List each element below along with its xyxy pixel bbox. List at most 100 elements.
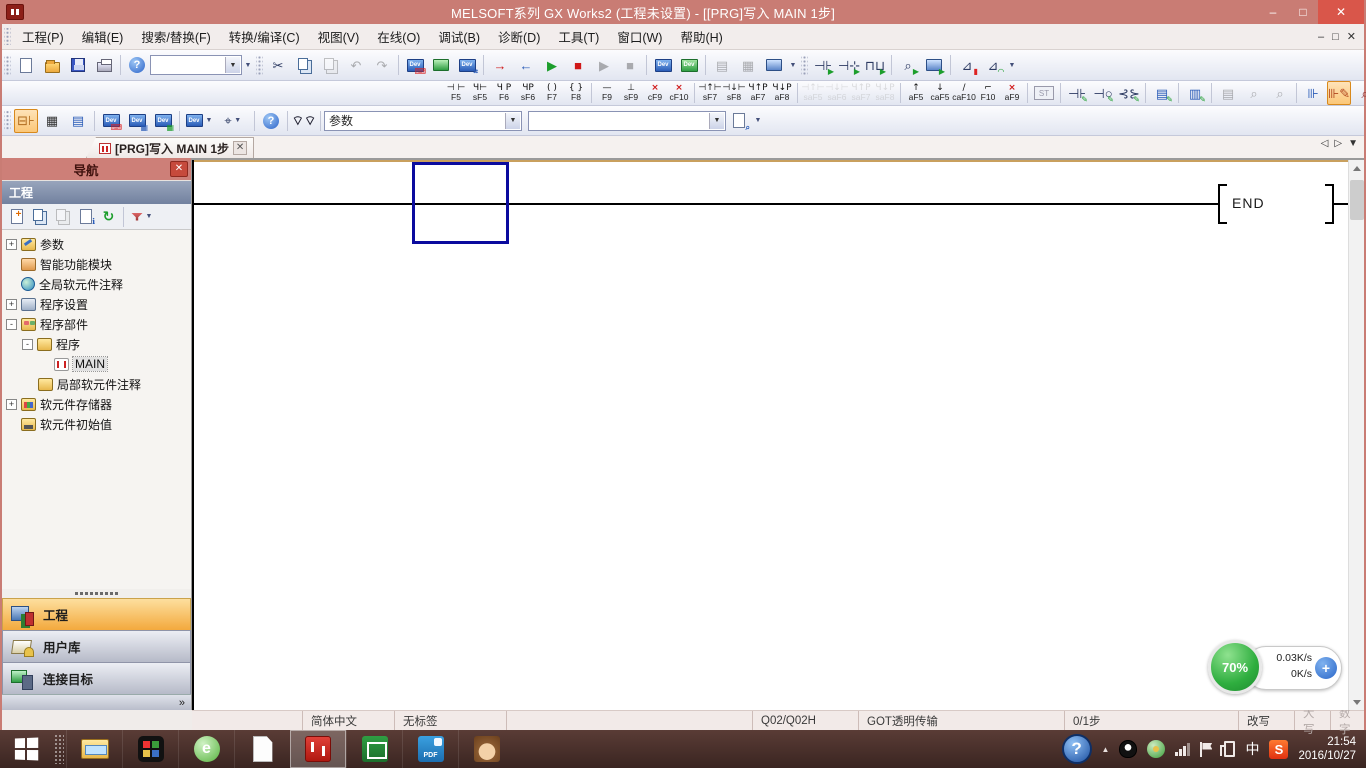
screen-monitor-button[interactable] bbox=[762, 53, 786, 77]
mdi-minimize-button[interactable]: – bbox=[1318, 31, 1324, 43]
tree-item-device-memory[interactable]: + 软元件存储器 bbox=[2, 394, 191, 414]
closed-contact-button[interactable]: Ч РF6 bbox=[492, 82, 516, 105]
falling-pulse-button[interactable]: ⊣↓⊢sF8 bbox=[722, 82, 746, 105]
rising-pulse-negated-button[interactable]: ⊣↑⊢saF5 bbox=[801, 82, 825, 105]
chevron-down-icon[interactable]: ▼ bbox=[225, 57, 240, 73]
watch-start-icon[interactable]: ⊿▮ bbox=[955, 53, 979, 77]
horizontal-line-button[interactable]: —F9 bbox=[595, 82, 619, 105]
falling-branch-negated-button[interactable]: Ч↓РsaF8 bbox=[873, 82, 897, 105]
ladder-monitor-start-icon[interactable]: ⊣⊦▶ bbox=[811, 53, 835, 77]
taskbar-clock[interactable]: 21:54 2016/10/27 bbox=[1298, 735, 1356, 763]
taskbar-gx-simulator[interactable] bbox=[346, 730, 402, 768]
menu-view[interactable]: 视图(V) bbox=[309, 24, 369, 49]
help2-button[interactable]: ? bbox=[259, 109, 283, 133]
param-combo[interactable]: 参数▼ bbox=[324, 111, 522, 131]
open-branch-button[interactable]: Ч⊢sF5 bbox=[468, 82, 492, 105]
open-contact-button[interactable]: ⊣ ⊢F5 bbox=[444, 82, 468, 105]
device-verify-icon[interactable]: Dev⌗ bbox=[455, 53, 479, 77]
expander-icon[interactable]: - bbox=[6, 319, 17, 330]
network-speed-widget[interactable]: ↑ 0.03K/s ↓ 0K/s 70% + bbox=[1208, 640, 1342, 696]
refresh-icon[interactable]: ↻ bbox=[98, 206, 119, 227]
scroll-down-icon[interactable] bbox=[1349, 694, 1364, 710]
statement-button[interactable]: ▤ bbox=[710, 53, 734, 77]
copy-object-icon[interactable] bbox=[29, 206, 50, 227]
mdi-close-button[interactable]: ✕ bbox=[1347, 30, 1356, 43]
find-next-icon[interactable]: ⌕ bbox=[1268, 81, 1292, 105]
toolbar-overflow-icon[interactable]: ▼ bbox=[1006, 62, 1018, 69]
undo-button[interactable]: ↶ bbox=[344, 53, 368, 77]
page-find-icon[interactable]: ⌕ bbox=[727, 109, 751, 133]
nav-button-connection-destination[interactable]: 连接目标 bbox=[2, 662, 191, 694]
closed-branch-button[interactable]: ЧРsF6 bbox=[516, 82, 540, 105]
device-comment-icon[interactable]: Dev⌨ bbox=[99, 109, 123, 133]
toolbar-overflow-icon[interactable]: ▼ bbox=[242, 62, 254, 69]
tab-close-icon[interactable]: ✕ bbox=[233, 141, 247, 155]
print-button[interactable] bbox=[92, 53, 116, 77]
new-document-button[interactable] bbox=[14, 53, 38, 77]
tree-item-local-comment[interactable]: 局部软元件注释 bbox=[2, 374, 191, 394]
tree-item-intelligent-module[interactable]: 智能功能模块 bbox=[2, 254, 191, 274]
navigation-toggle-button[interactable]: ⊟⊦ bbox=[14, 109, 38, 133]
taskbar-pdf-reader[interactable]: PDF bbox=[402, 730, 458, 768]
new-object-icon[interactable] bbox=[6, 206, 27, 227]
document-gray-icon[interactable]: ▤ bbox=[1216, 81, 1240, 105]
expander-icon[interactable]: + bbox=[6, 239, 17, 250]
menu-window[interactable]: 窗口(W) bbox=[608, 24, 671, 49]
help-tray-icon[interactable]: ? bbox=[1062, 734, 1092, 764]
menu-project[interactable]: 工程(P) bbox=[13, 24, 73, 49]
expander-icon[interactable]: - bbox=[22, 339, 33, 350]
menu-diagnostics[interactable]: 诊断(D) bbox=[489, 24, 549, 49]
application-instruction-button[interactable]: { }F8 bbox=[564, 82, 588, 105]
device-write-icon[interactable]: Dev⌨ bbox=[403, 53, 427, 77]
toolbar-overflow-icon[interactable]: ▼ bbox=[752, 117, 764, 124]
ime-language-indicator[interactable]: 中 bbox=[1245, 739, 1259, 759]
tab-prg-main[interactable]: [PRG]写入 MAIN 1步 ✕ bbox=[86, 137, 254, 158]
rising-branch-negated-button[interactable]: Ч↑РsaF7 bbox=[849, 82, 873, 105]
paste-button[interactable] bbox=[318, 53, 342, 77]
device-display-dropdown[interactable]: Dev▼ bbox=[184, 109, 216, 133]
cut-button[interactable]: ✂ bbox=[266, 53, 290, 77]
monitor-pause-button[interactable]: ▶ bbox=[592, 53, 616, 77]
nav-button-user-library[interactable]: 用户库 bbox=[2, 630, 191, 662]
ladder-editor[interactable]: END ↑ 0.03K/s ↓ 0K/s 70% + bbox=[192, 158, 1364, 710]
close-button[interactable]: ✕ bbox=[1318, 0, 1364, 24]
device-grid-icon[interactable]: Dev▦ bbox=[151, 109, 175, 133]
expander-icon[interactable]: + bbox=[6, 299, 17, 310]
open-project-button[interactable] bbox=[40, 53, 64, 77]
taskbar-browser[interactable]: e bbox=[178, 730, 234, 768]
taskbar-puzzle-app[interactable] bbox=[122, 730, 178, 768]
rising-pulse-button[interactable]: ⊣↑⊢sF7 bbox=[698, 82, 722, 105]
taskbar-gx-works2[interactable] bbox=[290, 730, 346, 768]
tree-item-program[interactable]: - 程序 bbox=[2, 334, 191, 354]
sort-filter-dropdown[interactable]: ▼ bbox=[128, 206, 158, 227]
edit-coil-icon[interactable]: ⊣○✎ bbox=[1091, 81, 1115, 105]
memory-percent-badge[interactable]: 70% bbox=[1208, 640, 1262, 694]
restore-button[interactable]: □ bbox=[1288, 0, 1318, 24]
write-to-plc-button[interactable]: → bbox=[488, 53, 512, 77]
note-button[interactable]: ▦ bbox=[736, 53, 760, 77]
sogou-icon[interactable]: S bbox=[1269, 740, 1288, 759]
keyword-combo[interactable]: ▼ bbox=[528, 111, 726, 131]
work-list-icon[interactable]: ▤ bbox=[66, 109, 90, 133]
tree-item-program-setting[interactable]: + 程序设置 bbox=[2, 294, 191, 314]
device-find-red-icon[interactable]: ⌕ bbox=[1353, 81, 1366, 105]
menu-help[interactable]: 帮助(H) bbox=[671, 24, 731, 49]
tree-item-main[interactable]: MAIN bbox=[2, 354, 191, 374]
scrollbar-thumb[interactable] bbox=[1350, 180, 1364, 220]
menu-edit[interactable]: 编辑(E) bbox=[73, 24, 133, 49]
help-button[interactable]: ? bbox=[125, 53, 149, 77]
more-buttons-icon[interactable]: » bbox=[179, 697, 185, 709]
menu-tools[interactable]: 工具(T) bbox=[549, 24, 608, 49]
menu-online[interactable]: 在线(O) bbox=[368, 24, 429, 49]
tree-item-global-comment[interactable]: 全局软元件注释 bbox=[2, 274, 191, 294]
coil-button[interactable]: ( )F7 bbox=[540, 82, 564, 105]
tree-item-parameter[interactable]: + 参数 bbox=[2, 234, 191, 254]
object-info-icon[interactable]: ℹ bbox=[75, 206, 96, 227]
tree-item-pou[interactable]: - 程序部件 bbox=[2, 314, 191, 334]
tab-next-icon[interactable]: ▷ bbox=[1334, 138, 1342, 149]
pulse-monitor-icon[interactable]: ⊓⊔▶ bbox=[863, 53, 887, 77]
scroll-up-icon[interactable] bbox=[1349, 160, 1364, 176]
read-from-plc-button[interactable]: ← bbox=[514, 53, 538, 77]
edit-contact-icon[interactable]: ⊣⊦✎ bbox=[1065, 81, 1089, 105]
watch-stop-icon[interactable]: ⊿◠ bbox=[981, 53, 1005, 77]
